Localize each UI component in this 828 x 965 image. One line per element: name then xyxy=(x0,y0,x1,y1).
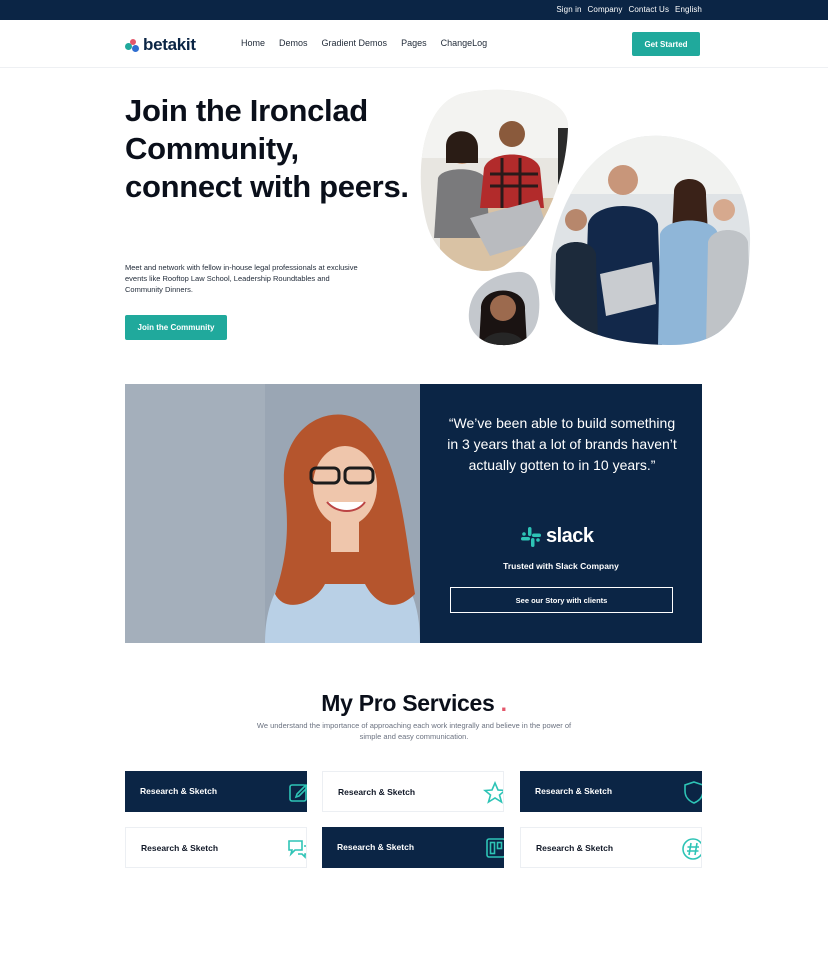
logo[interactable]: betakit xyxy=(125,35,196,55)
logo-mark-icon xyxy=(125,38,140,53)
sign-in-link[interactable]: Sign in xyxy=(556,5,581,14)
slack-logo: slack xyxy=(521,525,594,548)
logo-text: betakit xyxy=(143,35,196,54)
nav-item-demos[interactable]: Demos xyxy=(279,38,308,48)
chat-icon xyxy=(288,840,306,859)
company-link[interactable]: Company xyxy=(588,5,623,14)
service-card-label: Research & Sketch xyxy=(338,787,416,797)
top-bar: Sign in Company Contact Us English xyxy=(0,0,828,20)
service-card[interactable]: Research & Sketch xyxy=(322,771,504,812)
hero-photo-group xyxy=(548,134,752,346)
service-card-label: Research & Sketch xyxy=(141,843,219,853)
service-card-label: Research & Sketch xyxy=(140,786,218,796)
join-community-button[interactable]: Join the Community xyxy=(125,315,227,340)
nav-item-home[interactable]: Home xyxy=(241,38,265,48)
get-started-button[interactable]: Get Started xyxy=(632,32,700,56)
service-card-label: Research & Sketch xyxy=(337,842,415,852)
hero-photo-woman xyxy=(467,270,541,346)
hero-description: Meet and network with fellow in-house le… xyxy=(125,263,358,294)
services-title: My Pro Services . xyxy=(0,690,828,717)
nav-item-changelog[interactable]: ChangeLog xyxy=(441,38,488,48)
service-card[interactable]: Research & Sketch xyxy=(125,827,307,868)
contact-us-link[interactable]: Contact Us xyxy=(628,5,669,14)
top-links: Sign in Company Contact Us English xyxy=(556,5,702,14)
hero-title: Join the Ironclad Community, connect wit… xyxy=(125,93,409,204)
service-card[interactable]: Research & Sketch xyxy=(520,827,702,868)
slack-wordmark: slack xyxy=(546,525,594,547)
edit-icon xyxy=(289,783,307,802)
slack-icon xyxy=(521,526,541,547)
trusted-text: Trusted with Slack Company xyxy=(503,561,619,571)
nav-item-gradient-demos[interactable]: Gradient Demos xyxy=(322,38,388,48)
see-story-button[interactable]: See our Story with clients xyxy=(450,587,673,613)
service-card-label: Research & Sketch xyxy=(536,843,614,853)
testimonial-panel: “We’ve been able to build something in 3… xyxy=(420,384,702,643)
service-card[interactable]: Research & Sketch xyxy=(322,827,504,868)
star-icon xyxy=(483,781,503,804)
service-card-label: Research & Sketch xyxy=(535,786,613,796)
testimonial-quote: “We’ve been able to build something in 3… xyxy=(447,415,677,473)
services-title-text: My Pro Services xyxy=(321,690,495,716)
shield-icon xyxy=(684,781,702,804)
nav-item-pages[interactable]: Pages xyxy=(401,38,427,48)
main-nav: betakit Home Demos Gradient Demos Pages … xyxy=(0,20,828,68)
board-icon xyxy=(486,838,504,858)
language-link[interactable]: English xyxy=(675,5,702,14)
hashtag-icon xyxy=(682,838,701,860)
service-card[interactable]: Research & Sketch xyxy=(520,771,702,812)
testimonial-photo xyxy=(125,384,420,643)
services-title-dot: . xyxy=(500,690,507,716)
service-card[interactable]: Research & Sketch xyxy=(125,771,307,812)
nav-menu: Home Demos Gradient Demos Pages ChangeLo… xyxy=(241,38,487,48)
services-subtitle: We understand the importance of approach… xyxy=(256,721,572,741)
